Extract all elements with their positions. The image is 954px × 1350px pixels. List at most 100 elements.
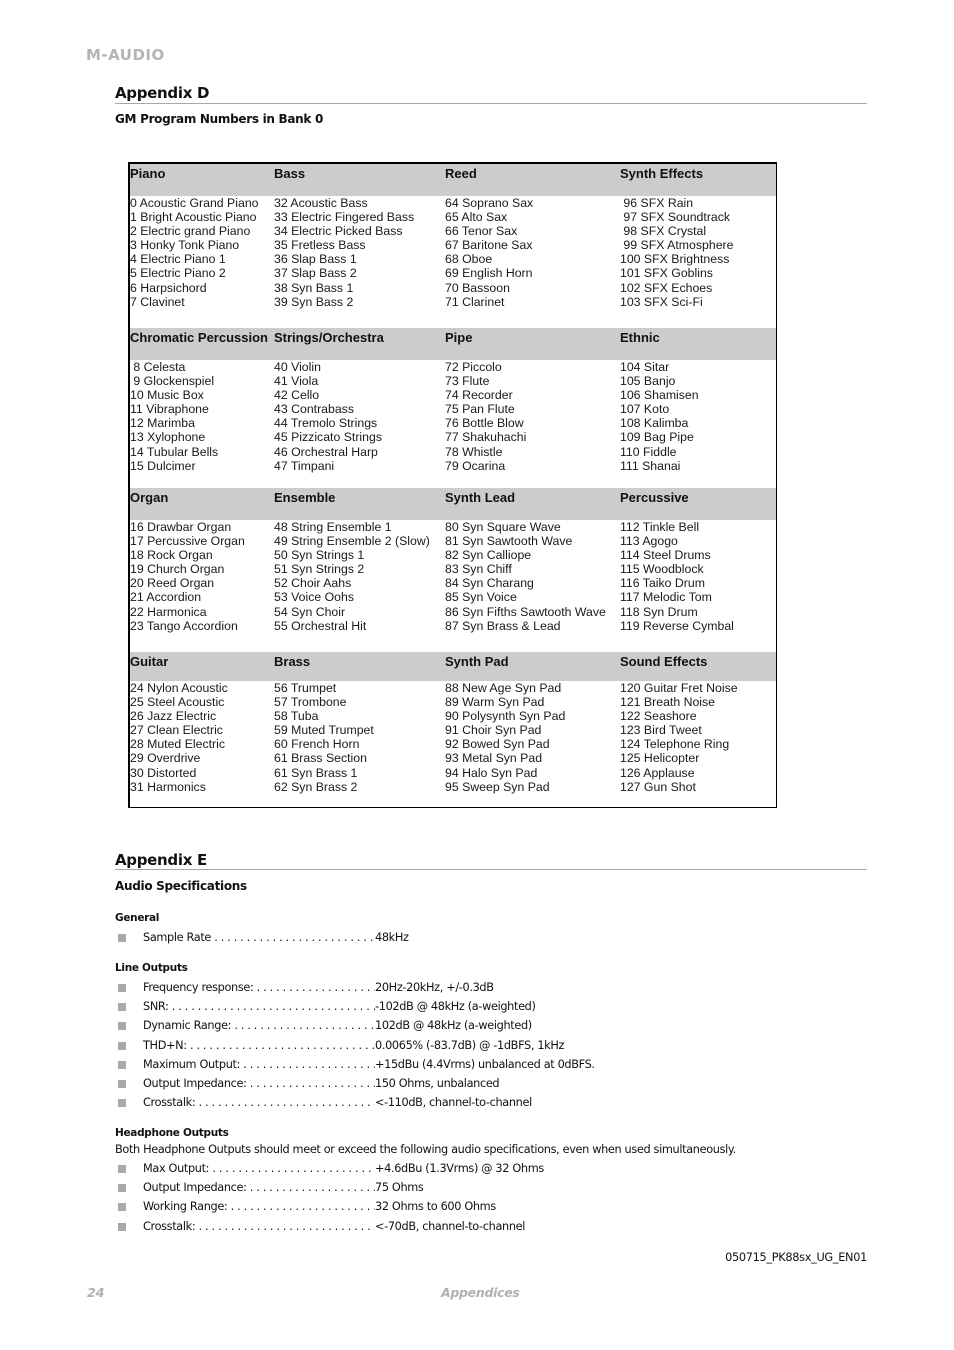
gm-program-entry: 78 Whistle — [445, 444, 503, 459]
gm-program-entry: 90 Polysynth Syn Pad — [445, 709, 566, 724]
gm-program-entry: 15 Dulcimer — [130, 458, 196, 473]
gm-program-entry: 39 Syn Bass 2 — [274, 294, 354, 309]
bullet-square-icon — [118, 1022, 126, 1031]
appendix-e-title: Appendix E — [115, 851, 207, 869]
gm-program-entry: 49 String Ensemble 2 (Slow) — [274, 534, 430, 549]
spec-value: -102dB @ 48kHz (a-weighted) — [375, 1000, 536, 1014]
gm-program-entry: 17 Percussive Organ — [130, 534, 245, 549]
gm-program-entry: 69 English Horn — [445, 266, 533, 281]
bullet-square-icon — [118, 1060, 126, 1069]
spec-label: Max Output: — [143, 1162, 375, 1175]
gm-program-entry: 72 Piccolo — [445, 360, 502, 374]
bullet-square-icon — [118, 1080, 126, 1088]
spec-label: Maximum Output: — [143, 1058, 375, 1071]
gm-program-entry: 60 French Horn — [274, 737, 360, 752]
gm-category-header: Synth Lead — [445, 490, 516, 505]
gm-column: 56 Trumpet 57 Trombone 58 Tuba 59 Muted Tru… — [274, 681, 374, 794]
gm-program-entry: 18 Rock Organ — [130, 548, 213, 563]
gm-program-entry: 8 Celesta — [130, 360, 186, 374]
gm-program-entry: 21 Accordion — [130, 590, 202, 605]
spec-label: Crosstalk: — [143, 1220, 375, 1233]
gm-program-entry: 94 Halo Syn Pad — [445, 765, 538, 780]
gm-column: 40 Violin 41 Viola 42 Cello 43 Contrabass 44… — [274, 360, 382, 473]
gm-program-entry: 37 Slap Bass 2 — [274, 266, 357, 281]
gm-program-entry: 61 Syn Brass 1 — [274, 765, 358, 780]
gm-program-entry: 75 Pan Flute — [445, 402, 515, 417]
gm-program-entry: 23 Tango Accordion — [130, 618, 238, 633]
gm-program-entry: 85 Syn Voice — [445, 590, 517, 605]
gm-program-entry: 50 Syn Strings 1 — [274, 548, 365, 563]
gm-category-header: Ensemble — [274, 490, 336, 505]
gm-program-entry: 52 Choir Aahs — [274, 576, 352, 591]
gm-program-entry: 113 Agogo — [620, 534, 678, 549]
gm-program-entry: 54 Syn Choir — [274, 604, 346, 619]
general-heading: General — [115, 912, 160, 924]
gm-program-entry: 9 Glockenspiel — [130, 374, 215, 389]
gm-program-entry: 46 Orchestral Harp — [274, 444, 378, 459]
gm-program-entry: 68 Oboe — [445, 252, 493, 267]
gm-program-entry: 65 Alto Sax — [445, 210, 508, 225]
gm-program-entry: 119 Reverse Cymbal — [620, 618, 734, 633]
gm-column: 120 Guitar Fret Noise 121 Breath Noise 122… — [620, 681, 738, 794]
gm-column: 72 Piccolo 73 Flute 74 Recorder 75 Pan Flut… — [445, 360, 526, 473]
gm-program-entry: 53 Voice Oohs — [274, 590, 354, 605]
gm-section-header: Chromatic Percussion Strings/Orchestra P… — [130, 328, 776, 360]
appendix-d-title: Appendix D — [115, 84, 210, 102]
bullet-square-icon — [118, 1041, 126, 1050]
gm-program-entry: 101 SFX Goblins — [620, 266, 713, 281]
gm-program-entry: 96 SFX Rain — [620, 196, 694, 210]
gm-program-entry: 28 Muted Electric — [130, 737, 226, 752]
gm-program-entry: 33 Electric Fingered Bass — [274, 210, 415, 225]
gm-program-entry: 40 Violin — [274, 360, 321, 374]
gm-program-entry: 45 Pizzicato Strings — [274, 430, 382, 445]
gm-program-entry: 7 Clavinet — [130, 294, 185, 309]
gm-program-entry: 73 Flute — [445, 374, 490, 389]
gm-section-header: Guitar Brass Synth Pad Sound Effects — [130, 652, 776, 681]
gm-program-entry: 122 Seashore — [620, 709, 697, 724]
document-id: 050715_PK88sx_UG_EN01 — [725, 1251, 867, 1264]
gm-program-entry: 47 Timpani — [274, 458, 335, 473]
bullet-square-icon — [118, 1184, 126, 1193]
gm-program-entry: 32 Acoustic Bass — [274, 196, 368, 210]
gm-program-entry: 19 Church Organ — [130, 562, 225, 577]
gm-program-entry: 83 Syn Chiff — [445, 562, 512, 577]
gm-column: 0 Acoustic Grand Piano 1 Bright Acoustic … — [130, 196, 259, 309]
gm-program-entry: 67 Baritone Sax — [445, 238, 533, 253]
gm-program-entry: 79 Ocarina — [445, 458, 506, 473]
gm-program-entry: 95 Sweep Syn Pad — [445, 779, 550, 794]
spec-value: <-110dB, channel-to-channel — [375, 1096, 532, 1110]
spec-label: Working Range: — [143, 1200, 375, 1213]
gm-program-entry: 112 Tinkle Bell — [620, 520, 700, 534]
gm-program-entry: 20 Reed Organ — [130, 576, 215, 591]
gm-program-entry: 24 Nylon Acoustic — [130, 681, 228, 695]
gm-program-entry: 58 Tuba — [274, 709, 319, 724]
bullet-square-icon — [118, 1003, 126, 1012]
bullet-square-icon — [118, 984, 126, 992]
gm-program-entry: 10 Music Box — [130, 388, 204, 403]
spec-value: <-70dB, channel-to-channel — [375, 1219, 526, 1233]
gm-column: 16 Drawbar Organ 17 Percussive Organ 18 Ro… — [130, 520, 245, 633]
spec-value: +4.6dBu (1.3Vrms) @ 32 Ohms — [375, 1162, 544, 1175]
gm-program-entry: 125 Helicopter — [620, 751, 700, 766]
gm-program-entry: 89 Warm Syn Pad — [445, 695, 545, 710]
gm-program-entry: 124 Telephone Ring — [620, 737, 730, 752]
gm-program-entry: 104 Sitar — [620, 360, 670, 374]
gm-program-entry: 80 Syn Square Wave — [445, 520, 561, 534]
gm-program-entry: 111 Shanai — [620, 458, 681, 473]
gm-program-entry: 114 Steel Drums — [620, 548, 711, 563]
gm-program-entry: 6 Harpsichord — [130, 280, 207, 295]
bullet-square-icon — [118, 934, 126, 942]
spec-label: Dynamic Range: — [143, 1019, 375, 1032]
spec-value: 32 Ohms to 600 Ohms — [375, 1200, 496, 1214]
gm-program-entry: 36 Slap Bass 1 — [274, 252, 357, 267]
gm-program-entry: 100 SFX Brightness — [620, 252, 730, 267]
gm-column: 24 Nylon Acoustic 25 Steel Acoustic 26 Jaz… — [130, 681, 228, 794]
spec-value: 20Hz-20kHz, +/-0.3dB — [375, 981, 494, 994]
gm-category-header: Bass — [274, 166, 306, 181]
gm-column: 96 SFX Rain 97 SFX Soundtrack 98 SFX Cry… — [620, 196, 733, 309]
spec-value: 75 Ohms — [375, 1181, 424, 1195]
gm-program-entry: 55 Orchestral Hit — [274, 618, 367, 633]
gm-program-entry: 99 SFX Atmosphere — [620, 238, 734, 253]
gm-program-entry: 84 Syn Charang — [445, 576, 534, 591]
gm-column: 64 Soprano Sax 65 Alto Sax 66 Tenor Sax 67 … — [445, 196, 533, 309]
